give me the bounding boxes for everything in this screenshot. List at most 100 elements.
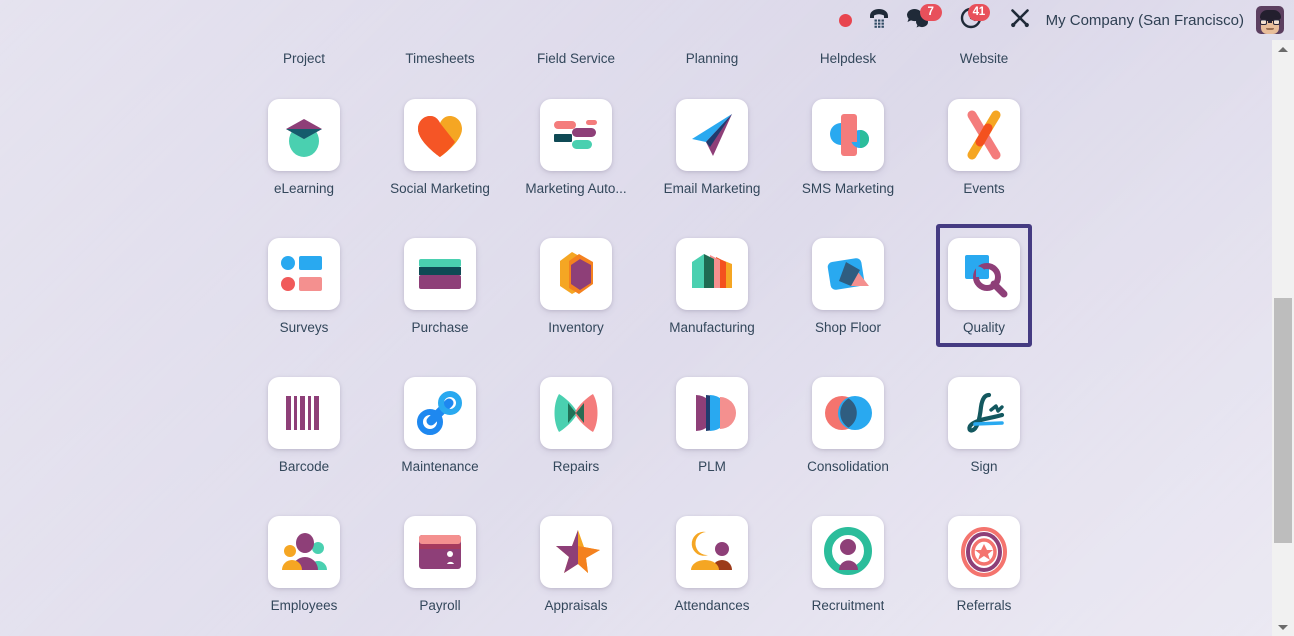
repairs-icon: [540, 377, 612, 449]
app-hitbox[interactable]: Recruitment: [800, 502, 897, 625]
app-label: Surveys: [279, 320, 329, 335]
app-cell-plm[interactable]: PLM: [644, 363, 780, 486]
app-label: PLM: [698, 459, 726, 474]
app-cell-surveys[interactable]: Surveys: [236, 224, 372, 347]
app-hitbox[interactable]: Website: [956, 47, 1013, 70]
app-hitbox[interactable]: Quality: [936, 224, 1032, 347]
settings-button[interactable]: [1002, 0, 1038, 40]
app-cell-website[interactable]: Website: [916, 40, 1052, 70]
app-label: Quality: [962, 320, 1006, 335]
app-hitbox[interactable]: Attendances: [662, 502, 761, 625]
avatar-hair: [1259, 9, 1281, 21]
app-hitbox[interactable]: Field Service: [533, 47, 619, 70]
app-cell-email-marketing[interactable]: Email Marketing: [644, 85, 780, 208]
app-cell-elearning[interactable]: eLearning: [236, 85, 372, 208]
messages-button[interactable]: 7: [898, 0, 942, 40]
app-cell-recruitment[interactable]: Recruitment: [780, 502, 916, 625]
app-cell-maintenance[interactable]: Maintenance: [372, 363, 508, 486]
app-hitbox[interactable]: eLearning: [256, 85, 352, 208]
scroll-thumb[interactable]: [1274, 298, 1292, 543]
app-hitbox[interactable]: Purchase: [392, 224, 488, 347]
app-label: Timesheets: [405, 51, 475, 66]
inventory-icon: [540, 238, 612, 310]
app-label: Email Marketing: [663, 181, 761, 196]
app-hitbox[interactable]: Inventory: [528, 224, 624, 347]
app-hitbox[interactable]: Events: [936, 85, 1032, 208]
app-cell-helpdesk[interactable]: Helpdesk: [780, 40, 916, 70]
app-cell-inventory[interactable]: Inventory: [508, 224, 644, 347]
app-label: Recruitment: [811, 598, 885, 613]
app-label: Employees: [270, 598, 338, 613]
app-cell-field-service[interactable]: Field Service: [508, 40, 644, 70]
manufacturing-icon: [676, 238, 748, 310]
app-hitbox[interactable]: Barcode: [256, 363, 352, 486]
app-cell-planning[interactable]: Planning: [644, 40, 780, 70]
app-hitbox[interactable]: Marketing Auto...: [513, 85, 638, 208]
shop-floor-icon: [812, 238, 884, 310]
app-hitbox[interactable]: Payroll: [392, 502, 488, 625]
quality-icon: [948, 238, 1020, 310]
app-label: Events: [963, 181, 1005, 196]
app-cell-project[interactable]: Project: [236, 40, 372, 70]
app-hitbox[interactable]: Maintenance: [389, 363, 490, 486]
app-label: Appraisals: [544, 598, 608, 613]
app-cell-repairs[interactable]: Repairs: [508, 363, 644, 486]
app-cell-purchase[interactable]: Purchase: [372, 224, 508, 347]
activities-button[interactable]: 41: [952, 0, 990, 40]
voip-button[interactable]: [860, 0, 898, 40]
app-hitbox[interactable]: Helpdesk: [816, 47, 880, 70]
app-cell-sms-marketing[interactable]: SMS Marketing: [780, 85, 916, 208]
app-label: Website: [959, 51, 1009, 66]
app-label: eLearning: [273, 181, 335, 196]
app-cell-quality[interactable]: Quality: [916, 224, 1052, 347]
app-cell-consolidation[interactable]: Consolidation: [780, 363, 916, 486]
app-hitbox[interactable]: Referrals: [936, 502, 1032, 625]
user-menu[interactable]: [1254, 0, 1284, 40]
maintenance-icon: [404, 377, 476, 449]
vertical-scrollbar[interactable]: [1272, 40, 1294, 636]
app-hitbox[interactable]: Appraisals: [528, 502, 624, 625]
app-cell-barcode[interactable]: Barcode: [236, 363, 372, 486]
elearning-icon: [268, 99, 340, 171]
app-hitbox[interactable]: Surveys: [256, 224, 352, 347]
app-cell-manufacturing[interactable]: Manufacturing: [644, 224, 780, 347]
app-hitbox[interactable]: Employees: [256, 502, 352, 625]
company-name-label: My Company (San Francisco): [1045, 11, 1244, 29]
events-icon: [948, 99, 1020, 171]
scroll-down-arrow[interactable]: [1272, 618, 1294, 636]
avatar-glasses: [1260, 19, 1280, 25]
app-hitbox[interactable]: Social Marketing: [378, 85, 502, 208]
email-marketing-icon: [676, 99, 748, 171]
company-switcher[interactable]: My Company (San Francisco): [1038, 0, 1254, 40]
app-label: SMS Marketing: [801, 181, 895, 196]
app-hitbox[interactable]: Consolidation: [795, 363, 901, 486]
app-hitbox[interactable]: Email Marketing: [652, 85, 773, 208]
scroll-up-arrow[interactable]: [1272, 40, 1294, 58]
appraisals-icon: [540, 516, 612, 588]
app-cell-payroll[interactable]: Payroll: [372, 502, 508, 625]
app-cell-referrals[interactable]: Referrals: [916, 502, 1052, 625]
app-hitbox[interactable]: Timesheets: [401, 47, 478, 70]
app-hitbox[interactable]: Manufacturing: [657, 224, 767, 347]
app-hitbox[interactable]: Repairs: [528, 363, 624, 486]
app-hitbox[interactable]: SMS Marketing: [790, 85, 906, 208]
app-cell-marketing-automation[interactable]: Marketing Auto...: [508, 85, 644, 208]
systray: 7 41 My Company (San Francisco): [0, 0, 1294, 40]
app-label: Purchase: [411, 320, 469, 335]
app-cell-attendances[interactable]: Attendances: [644, 502, 780, 625]
app-cell-timesheets[interactable]: Timesheets: [372, 40, 508, 70]
app-label: Maintenance: [401, 459, 479, 474]
app-cell-shop-floor[interactable]: Shop Floor: [780, 224, 916, 347]
app-cell-sign[interactable]: Sign: [916, 363, 1052, 486]
app-cell-social-marketing[interactable]: Social Marketing: [372, 85, 508, 208]
app-label: Shop Floor: [814, 320, 882, 335]
app-cell-events[interactable]: Events: [916, 85, 1052, 208]
recording-indicator[interactable]: [831, 0, 860, 40]
app-hitbox[interactable]: PLM: [664, 363, 760, 486]
app-hitbox[interactable]: Sign: [936, 363, 1032, 486]
app-cell-employees[interactable]: Employees: [236, 502, 372, 625]
app-hitbox[interactable]: Shop Floor: [800, 224, 896, 347]
app-hitbox[interactable]: Project: [279, 47, 329, 70]
app-hitbox[interactable]: Planning: [682, 47, 743, 70]
app-cell-appraisals[interactable]: Appraisals: [508, 502, 644, 625]
